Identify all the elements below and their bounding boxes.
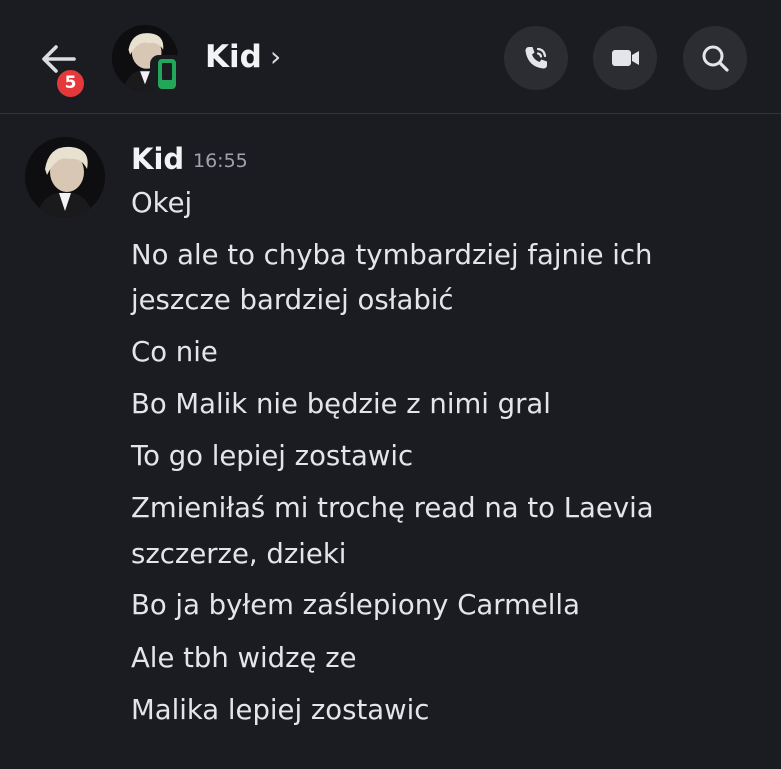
back-button[interactable]: 5 — [30, 35, 90, 100]
message-line: Ale tbh widzę ze — [131, 642, 357, 674]
message-author[interactable]: Kid — [131, 141, 184, 177]
message-line: No ale to chyba tymbardziej fajnie ich — [131, 239, 653, 271]
video-call-button[interactable] — [593, 26, 657, 90]
chat-header: 5 Kid › — [0, 0, 781, 114]
message-line: Bo Malik nie będzie z nimi gral — [131, 388, 551, 420]
message-line: szczerze, dzieki — [131, 538, 347, 570]
message-line: Zmieniłaś mi trochę read na to Laevia — [131, 492, 654, 524]
phone-call-icon — [525, 47, 547, 69]
voice-call-button[interactable] — [504, 26, 568, 90]
message-timestamp: 16:55 — [193, 150, 248, 172]
message-line: Co nie — [131, 336, 218, 368]
unread-badge: 5 — [54, 67, 87, 100]
avatar-image — [25, 137, 105, 217]
message-line: Bo ja byłem zaślepiony Carmella — [131, 589, 580, 621]
contact-name[interactable]: Kid — [205, 37, 262, 77]
search-icon — [702, 45, 729, 72]
message-line: To go lepiej zostawic — [131, 440, 414, 472]
message-line: Okej — [131, 187, 193, 219]
search-button[interactable] — [683, 26, 747, 90]
message-line: Malika lepiej zostawic — [131, 694, 430, 726]
message-avatar[interactable] — [25, 137, 105, 217]
mobile-status-icon — [150, 55, 184, 93]
video-camera-icon — [612, 50, 639, 66]
chevron-right-icon[interactable]: › — [270, 37, 281, 77]
message-line: jeszcze bardziej osłabić — [131, 284, 454, 316]
